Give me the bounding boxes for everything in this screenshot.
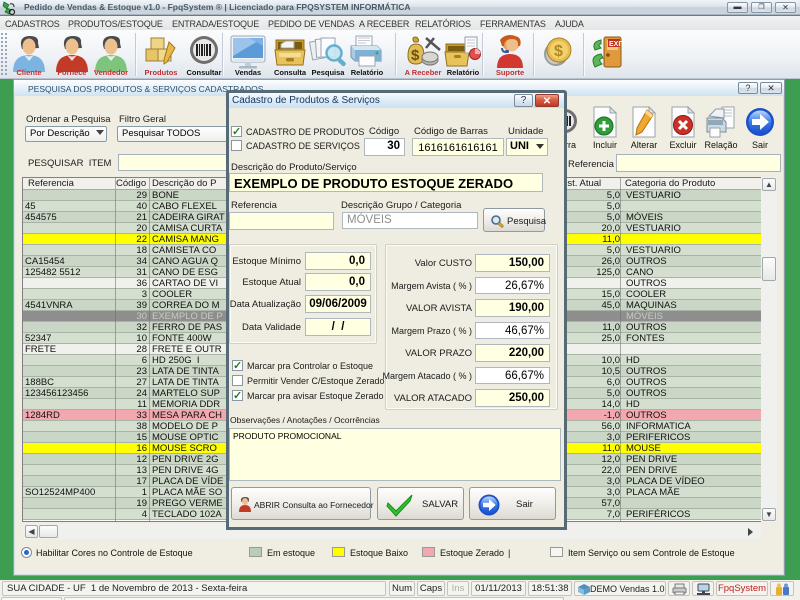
svg-text:$: $ [411,47,420,64]
svg-text:$: $ [554,43,563,60]
svg-text:EXIT: EXIT [609,41,625,48]
